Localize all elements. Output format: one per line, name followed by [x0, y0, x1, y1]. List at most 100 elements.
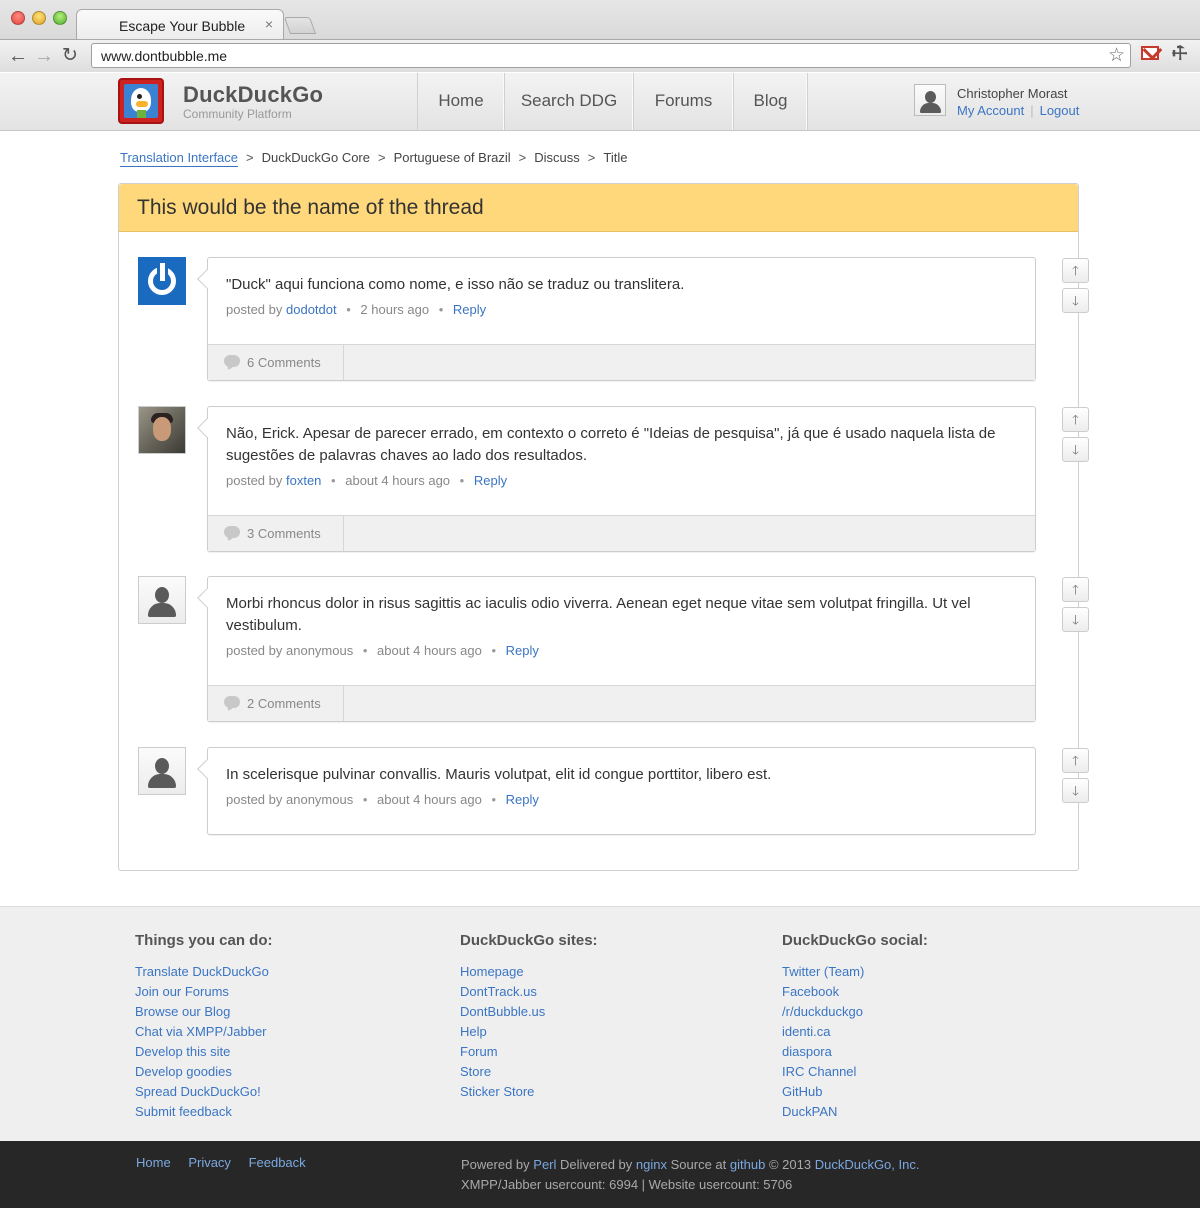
thread-title: This would be the name of the thread [137, 196, 484, 219]
meta-dot: • [438, 302, 444, 317]
posted-by-label: posted by [226, 792, 283, 807]
company-link[interactable]: DuckDuckGo, Inc. [815, 1157, 920, 1172]
back-arrow-icon[interactable]: ← [8, 44, 28, 68]
meta-dot: • [346, 302, 351, 317]
post-text: "Duck" aqui funciona como nome, e isso n… [226, 276, 685, 293]
vote-up-button[interactable]: 🡑 [1062, 407, 1089, 432]
breadcrumb-translation-interface[interactable]: Translation Interface [120, 150, 239, 167]
footer-col-sites: DuckDuckGo sites: Homepage DontTrack.us … [460, 932, 598, 1102]
bookmark-star-icon[interactable]: ☆ [1108, 45, 1125, 67]
footer-link[interactable]: Chat via XMPP/Jabber [135, 1022, 273, 1042]
vote-down-button[interactable]: 🡓 [1062, 288, 1089, 313]
address-bar[interactable]: www.dontbubble.me ☆ [91, 43, 1131, 68]
footer-link[interactable]: Join our Forums [135, 982, 273, 1002]
footer-link[interactable]: Store [460, 1062, 598, 1082]
perl-link[interactable]: Perl [533, 1157, 556, 1172]
comments-count: 2 Comments [247, 696, 321, 711]
footer-link[interactable]: Browse our Blog [135, 1002, 273, 1022]
site-footer: Things you can do: Translate DuckDuckGo … [0, 906, 1200, 1141]
footer-link[interactable]: DuckPAN [782, 1102, 928, 1122]
breadcrumb-portuguese-of-brazil[interactable]: Portuguese of Brazil [394, 150, 511, 167]
nginx-link[interactable]: nginx [636, 1157, 667, 1172]
avatar[interactable] [138, 747, 186, 795]
reply-link[interactable]: Reply [474, 473, 507, 488]
avatar[interactable] [138, 576, 186, 624]
comments-button[interactable]: 3 Comments [208, 516, 344, 551]
comments-button[interactable]: 6 Comments [208, 345, 344, 380]
bottom-info: Powered by Perl Delivered by nginx Sourc… [461, 1155, 919, 1195]
reply-link[interactable]: Reply [453, 302, 486, 317]
comments-button[interactable]: 2 Comments [208, 686, 344, 721]
post-bubble: Não, Erick. Apesar de parecer errado, em… [207, 406, 1036, 552]
footer-link[interactable]: Submit feedback [135, 1102, 273, 1122]
footer-link[interactable]: /r/duckduckgo [782, 1002, 928, 1022]
footer-link[interactable]: Forum [460, 1042, 598, 1062]
footer-link[interactable]: Spread DuckDuckGo! [135, 1082, 273, 1102]
post-meta: posted by dodotdot • 2 hours ago • Reply [226, 302, 1017, 317]
tab-close-icon[interactable]: × [265, 16, 273, 32]
minimize-window-button[interactable] [32, 11, 46, 25]
reply-link[interactable]: Reply [506, 792, 539, 807]
forward-arrow-icon[interactable]: → [34, 44, 54, 68]
my-account-link[interactable]: My Account [957, 103, 1024, 118]
footer-link[interactable]: DontBubble.us [460, 1002, 598, 1022]
brand-tagline: Community Platform [183, 107, 292, 121]
bottom-feedback-link[interactable]: Feedback [249, 1155, 306, 1170]
footer-link[interactable]: Homepage [460, 962, 598, 982]
nav-blog[interactable]: Blog [734, 73, 808, 130]
site-header: DuckDuckGo Community Platform Home Searc… [0, 73, 1200, 131]
close-window-button[interactable] [11, 11, 25, 25]
footer-link[interactable]: Develop this site [135, 1042, 273, 1062]
vote-down-button[interactable]: 🡓 [1062, 607, 1089, 632]
nav-search-ddg[interactable]: Search DDG [505, 73, 634, 130]
browser-chrome: Escape Your Bubble × ← → ↻ www.dontbubbl… [0, 0, 1200, 72]
reply-link[interactable]: Reply [506, 643, 539, 658]
vote-down-button[interactable]: 🡓 [1062, 437, 1089, 462]
footer-link[interactable]: Help [460, 1022, 598, 1042]
post-meta: posted by anonymous • about 4 hours ago … [226, 643, 1017, 658]
vote-down-button[interactable]: 🡓 [1062, 778, 1089, 803]
post-footer: 6 Comments [208, 344, 1035, 380]
breadcrumb-title: Title [603, 150, 628, 165]
brand-name[interactable]: DuckDuckGo [183, 82, 323, 108]
nav-forums[interactable]: Forums [634, 73, 734, 130]
browser-toolbar: ← → ↻ www.dontbubble.me ☆ ⚒ [0, 39, 1200, 72]
avatar[interactable] [138, 406, 186, 454]
comments-count: 3 Comments [247, 526, 321, 541]
avatar[interactable] [138, 257, 186, 305]
bottom-home-link[interactable]: Home [136, 1155, 171, 1170]
zoom-window-button[interactable] [53, 11, 67, 25]
footer-link[interactable]: identi.ca [782, 1022, 928, 1042]
vote-up-button[interactable]: 🡑 [1062, 577, 1089, 602]
nav-home[interactable]: Home [418, 73, 505, 130]
footer-link[interactable]: Develop goodies [135, 1062, 273, 1082]
footer-link[interactable]: Sticker Store [460, 1082, 598, 1102]
breadcrumb-duckduckgo-core[interactable]: DuckDuckGo Core [262, 150, 370, 167]
vote-up-button[interactable]: 🡑 [1062, 748, 1089, 773]
post-bubble: In scelerisque pulvinar convallis. Mauri… [207, 747, 1036, 835]
github-link[interactable]: github [730, 1157, 765, 1172]
footer-link[interactable]: Facebook [782, 982, 928, 1002]
gmail-icon[interactable] [1141, 46, 1159, 60]
footer-link[interactable]: Twitter (Team) [782, 962, 928, 982]
footer-link[interactable]: GitHub [782, 1082, 928, 1102]
post-author-link[interactable]: dodotdot [286, 302, 337, 317]
user-avatar[interactable] [914, 84, 946, 116]
bottom-privacy-link[interactable]: Privacy [188, 1155, 231, 1170]
browser-tab[interactable]: Escape Your Bubble × [76, 9, 284, 40]
footer-link[interactable]: DontTrack.us [460, 982, 598, 1002]
footer-link[interactable]: IRC Channel [782, 1062, 928, 1082]
footer-link[interactable]: diaspora [782, 1042, 928, 1062]
vote-up-button[interactable]: 🡑 [1062, 258, 1089, 283]
breadcrumb-discuss[interactable]: Discuss [534, 150, 580, 167]
wrench-icon[interactable]: ⚒ [1167, 40, 1193, 66]
reload-icon[interactable]: ↻ [62, 44, 78, 68]
post-author-link[interactable]: foxten [286, 473, 321, 488]
logout-link[interactable]: Logout [1040, 103, 1080, 118]
footer-link[interactable]: Translate DuckDuckGo [135, 962, 273, 982]
duckduckgo-logo[interactable] [118, 78, 164, 124]
meta-dot: • [459, 473, 465, 488]
footer-heading: DuckDuckGo sites: [460, 932, 598, 949]
new-tab-button[interactable] [283, 17, 317, 34]
comment-bubble-icon [224, 696, 240, 708]
